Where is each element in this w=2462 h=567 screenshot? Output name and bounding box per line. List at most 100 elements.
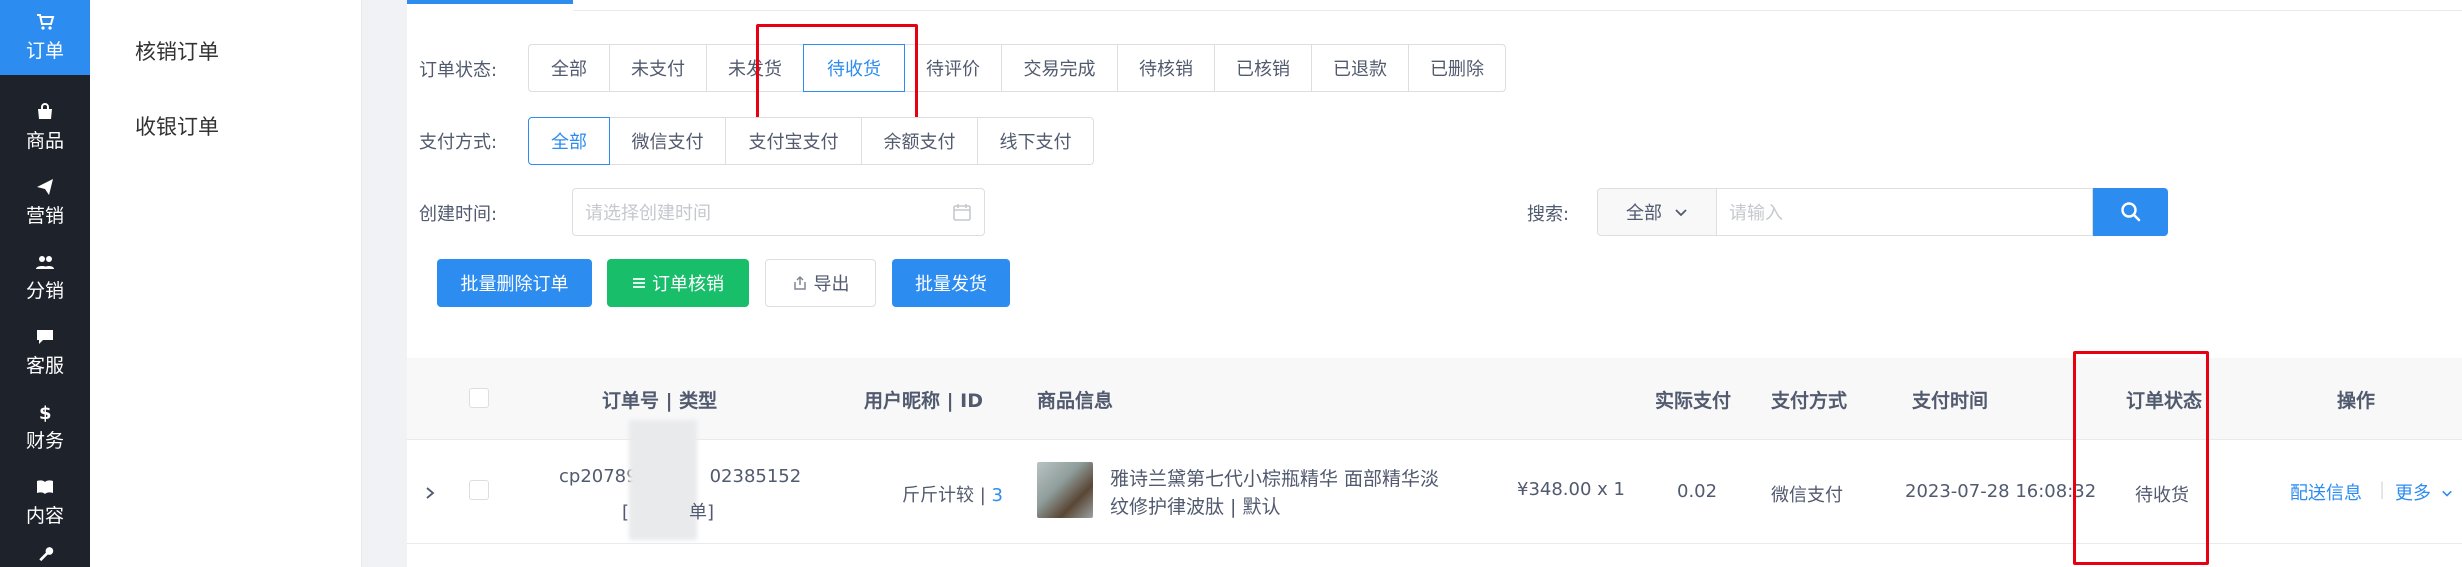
verify-order-button[interactable]: 订单核销 [607, 259, 749, 307]
batch-delete-label: 批量删除订单 [460, 274, 569, 295]
shop-icon [38, 103, 52, 119]
status-option-refunded[interactable]: 已退款 [1311, 44, 1409, 92]
pay-method-filter: 全部 微信支付 支付宝支付 余额支付 线下支付 [528, 117, 1094, 165]
rail-item-orders[interactable]: 订单 [0, 0, 90, 75]
price-quantity: ¥348.00 x 1 [1517, 479, 1625, 500]
rail-item-label: 营销 [25, 205, 64, 227]
cart-icon [37, 14, 55, 30]
table-row: cp20789 02385152 [单] 斤斤计较 | 3 雅诗兰黛第七代小棕瓶精… [407, 420, 2462, 544]
status-option-unshipped[interactable]: 未发货 [706, 44, 804, 92]
rail-item-finance[interactable]: $ 财务 [0, 390, 90, 465]
batch-ship-label: 批量发货 [915, 274, 987, 295]
ops-separator: | [2379, 479, 2386, 500]
col-paid: 实际支付 [1655, 390, 1732, 412]
delivery-info-link[interactable]: 配送信息 [2290, 479, 2362, 505]
create-time-label: 创建时间: [419, 204, 498, 225]
tab-divider [573, 10, 2462, 11]
order-status-filter: 全部 未支付 未发货 待收货 待评价 交易完成 待核销 已核销 已退款 已删除 [528, 44, 1506, 92]
expand-chevron-icon[interactable] [423, 486, 437, 500]
rail-item-label: 商品 [25, 130, 64, 152]
batch-delete-button[interactable]: 批量删除订单 [437, 259, 592, 307]
pay-option-all[interactable]: 全部 [528, 117, 610, 165]
send-icon [37, 179, 53, 195]
verify-order-label: 订单核销 [652, 274, 724, 295]
rail-item-content[interactable]: 内容 [0, 465, 90, 540]
export-label: 导出 [813, 274, 850, 295]
col-ops: 操作 [2337, 390, 2376, 412]
submenu-item-verify-orders[interactable]: 核销订单 [135, 36, 219, 66]
order-status-label: 订单状态: [419, 60, 498, 81]
search-bar: 全部 请输入 [1597, 188, 2168, 236]
col-pay-time: 支付时间 [1912, 390, 1989, 412]
select-all-checkbox[interactable] [469, 388, 489, 408]
orders-table-header: 订单号 | 类型 用户昵称 | ID 商品信息 实际支付 支付方式 支付时间 订… [407, 358, 2462, 440]
user-id-link[interactable]: 3 [992, 485, 1003, 506]
status-option-all[interactable]: 全部 [528, 44, 610, 92]
create-time-picker[interactable]: 请选择创建时间 [572, 188, 985, 236]
people-icon [36, 256, 54, 269]
pay-method: 微信支付 [1771, 485, 1843, 506]
rail-item-goods[interactable]: 商品 [0, 90, 90, 165]
rail-item-marketing[interactable]: 营销 [0, 165, 90, 240]
status-option-to-verify[interactable]: 待核销 [1117, 44, 1215, 92]
pay-option-alipay[interactable]: 支付宝支付 [725, 117, 862, 165]
chevron-down-icon [2441, 490, 2452, 497]
pay-option-offline[interactable]: 线下支付 [977, 117, 1094, 165]
rail-item-label: 内容 [25, 505, 64, 527]
search-placeholder: 请输入 [1729, 203, 1783, 224]
row-checkbox[interactable] [469, 480, 489, 500]
col-order-no: 订单号 | 类型 [602, 390, 718, 412]
search-label: 搜索: [1527, 204, 1570, 225]
submenu-item-cashier-orders[interactable]: 收银订单 [135, 111, 219, 141]
more-dropdown[interactable]: 更多 [2395, 479, 2453, 505]
paid-amount: 0.02 [1677, 481, 1718, 502]
create-time-placeholder: 请选择创建时间 [585, 203, 711, 224]
rail-item-service[interactable]: 客服 [0, 315, 90, 390]
order-type-end: 单] [689, 502, 715, 523]
search-input[interactable]: 请输入 [1717, 188, 2093, 236]
status-option-verified[interactable]: 已核销 [1214, 44, 1312, 92]
order-number-start: cp20789 [559, 466, 638, 487]
rail-item-settings[interactable] [0, 540, 90, 567]
chat-icon [37, 330, 53, 344]
product-title-line2: 纹修护律波肽 | 默认 [1110, 496, 1281, 518]
more-label: 更多 [2395, 483, 2431, 504]
main-area: 订单状态: 全部 未支付 未发货 待收货 待评价 交易完成 待核销 已核销 已退… [362, 0, 2462, 567]
rail-item-label: 财务 [25, 430, 64, 452]
rail-item-distribution[interactable]: 分销 [0, 240, 90, 315]
user-nickname: 斤斤计较 [902, 485, 974, 506]
search-button[interactable] [2093, 188, 2168, 236]
rail-item-label: 订单 [25, 40, 64, 62]
status-option-completed[interactable]: 交易完成 [1001, 44, 1118, 92]
main-nav-rail: 订单 商品 营销 分销 客服 $ 财务 内容 [0, 0, 90, 567]
order-type: [单] [622, 502, 715, 523]
rail-item-label: 客服 [25, 355, 64, 377]
user-cell: 斤斤计较 | 3 [902, 481, 1003, 507]
col-user: 用户昵称 | ID [864, 390, 984, 412]
pay-option-balance[interactable]: 余额支付 [861, 117, 978, 165]
status-option-to-review[interactable]: 待评价 [904, 44, 1002, 92]
wrench-icon [39, 547, 54, 562]
search-scope-select[interactable]: 全部 [1597, 188, 1717, 236]
pay-method-label: 支付方式: [419, 132, 498, 153]
rail-item-label: 分销 [25, 280, 64, 302]
product-thumbnail [1037, 462, 1093, 518]
status-option-unpaid[interactable]: 未支付 [609, 44, 707, 92]
status-option-deleted[interactable]: 已删除 [1408, 44, 1506, 92]
col-pay-method: 支付方式 [1771, 390, 1848, 412]
list-icon [633, 278, 645, 288]
batch-ship-button[interactable]: 批量发货 [892, 259, 1010, 307]
export-button[interactable]: 导出 [765, 259, 876, 307]
col-goods: 商品信息 [1037, 390, 1114, 412]
status-option-to-receive[interactable]: 待收货 [803, 44, 905, 92]
search-icon [2120, 202, 2140, 222]
export-icon [793, 275, 806, 290]
book-icon [37, 480, 53, 494]
pay-time: 2023-07-28 16:08:32 [1905, 481, 2097, 502]
search-scope-value: 全部 [1626, 203, 1662, 224]
order-list-card: 订单状态: 全部 未支付 未发货 待收货 待评价 交易完成 待核销 已核销 已退… [407, 0, 2462, 567]
pay-option-wechat[interactable]: 微信支付 [609, 117, 726, 165]
sub-menu: 核销订单 收银订单 [90, 0, 362, 567]
dollar-icon: $ [39, 403, 52, 422]
active-tab-indicator [407, 0, 573, 4]
